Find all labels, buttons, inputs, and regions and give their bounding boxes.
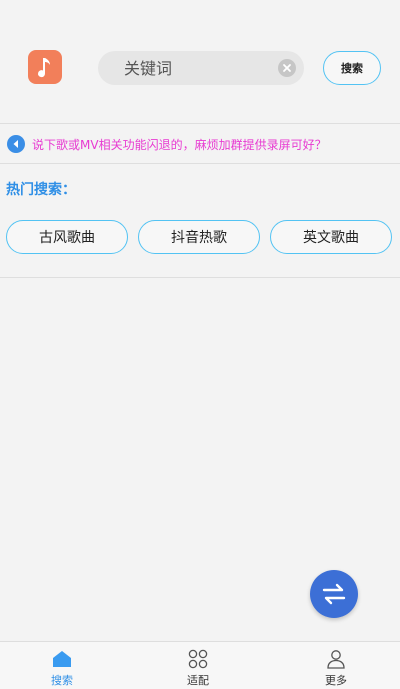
hot-search-title: 热门搜索： (6, 182, 76, 198)
nav-item-adapt[interactable]: 适配 (168, 648, 228, 688)
nav-item-more[interactable]: 更多 (306, 648, 366, 688)
grid-icon (186, 648, 210, 670)
music-note-icon (28, 50, 62, 84)
search-box[interactable] (98, 51, 304, 85)
clear-x-icon[interactable] (278, 59, 296, 77)
notice-bar: 说下歌或MV相关功能闪退的，麻烦加群提供录屏可好？ (0, 125, 400, 164)
hot-tag[interactable]: 英文歌曲 (270, 220, 392, 254)
home-icon (50, 648, 74, 670)
nav-item-search[interactable]: 搜索 (32, 648, 92, 688)
user-icon (324, 648, 348, 670)
page: 搜索 说下歌或MV相关功能闪退的，麻烦加群提供录屏可好？ 热门搜索： 古风歌曲 … (0, 0, 400, 689)
search-button[interactable]: 搜索 (323, 51, 381, 85)
hot-tag[interactable]: 抖音热歌 (138, 220, 260, 254)
nav-label: 更多 (325, 674, 347, 687)
search-input[interactable] (98, 51, 278, 85)
header: 搜索 (0, 0, 400, 124)
notice-text: 说下歌或MV相关功能闪退的，麻烦加群提供录屏可好？ (32, 138, 327, 152)
nav-label: 搜索 (51, 674, 73, 687)
swap-arrows-icon[interactable] (310, 570, 358, 618)
hot-search-section: 热门搜索： 古风歌曲 抖音热歌 英文歌曲 (0, 165, 400, 278)
bottom-nav: 搜索 适配 更多 (0, 641, 400, 689)
nav-label: 适配 (187, 674, 209, 687)
hot-tag[interactable]: 古风歌曲 (6, 220, 128, 254)
speaker-icon (7, 135, 25, 153)
